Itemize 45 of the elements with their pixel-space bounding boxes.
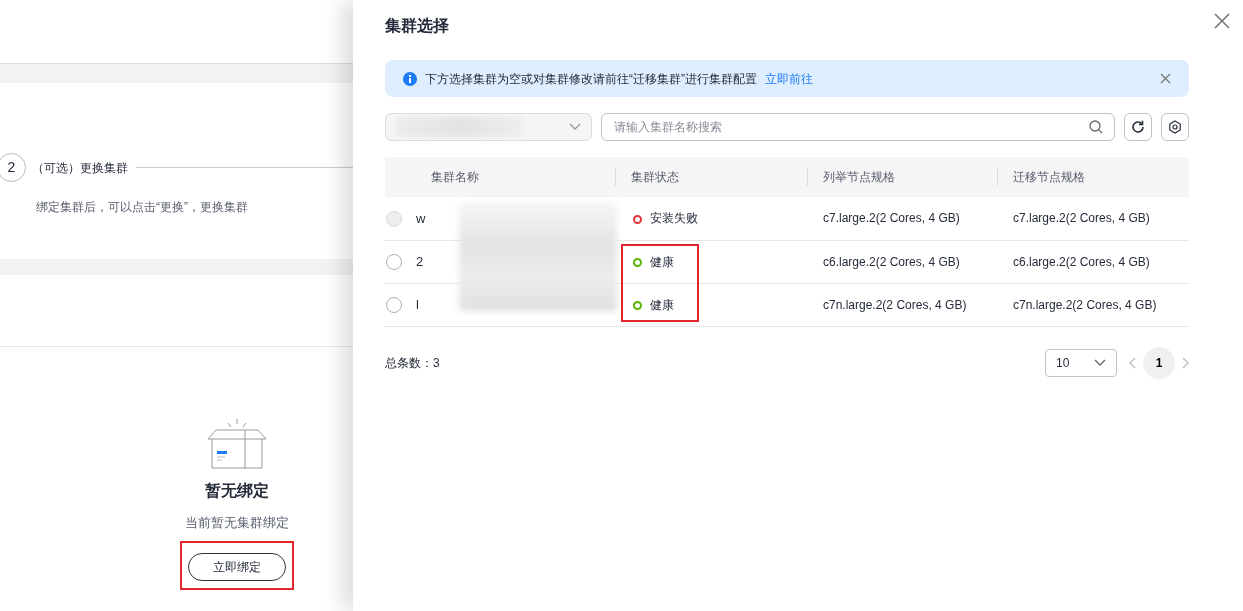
column-header: 列举节点规格: [822, 170, 895, 184]
total-count: 总条数：3: [385, 354, 440, 372]
chevron-down-icon[interactable]: [1094, 358, 1106, 367]
refresh-button[interactable]: [1124, 113, 1152, 141]
alert-text: 下方选择集群为空或对集群修改请前往“迁移集群”进行集群配置: [425, 70, 757, 88]
cluster-name: 2: [416, 253, 424, 269]
chevron-down-icon[interactable]: [569, 123, 581, 131]
status-text: 健康: [650, 254, 674, 269]
cluster-name: l: [416, 296, 419, 312]
drawer-title: 集群选择: [385, 16, 450, 36]
status-text: 健康: [650, 297, 674, 312]
close-icon[interactable]: [1160, 73, 1171, 84]
search-icon[interactable]: [1089, 120, 1103, 134]
close-icon[interactable]: [1213, 12, 1231, 30]
search-field[interactable]: 请输入集群名称搜索: [601, 113, 1115, 141]
page-size-dropdown[interactable]: 10: [1045, 348, 1117, 377]
go-now-link[interactable]: 立即前往: [765, 69, 813, 88]
empty-title: 暂无绑定: [205, 481, 269, 501]
settings-icon[interactable]: [1168, 120, 1182, 134]
status-text: 安装失败: [650, 211, 698, 226]
page-button[interactable]: 1: [1143, 346, 1175, 379]
table-cell: c7n.large.2(2 Cores, 4 GB): [823, 297, 967, 312]
empty-box-icon: [204, 417, 270, 469]
empty-subtitle: 当前暂无集群绑定: [185, 514, 289, 532]
column-header: 集群状态: [630, 170, 679, 184]
table-cell: c7.large.2(2 Cores, 4 GB): [823, 211, 960, 226]
bind-now-button[interactable]: 立即绑定: [188, 552, 286, 581]
table-cell: c7.large.2(2 Cores, 4 GB): [1013, 211, 1150, 226]
column-header: 迁移节点规格: [1012, 170, 1085, 184]
page-size-value: 10: [1056, 354, 1070, 372]
refresh-icon[interactable]: [1131, 120, 1145, 134]
cluster-name: w: [416, 210, 426, 226]
table-cell: c6.large.2(2 Cores, 4 GB): [1013, 254, 1150, 269]
table-cell: c7n.large.2(2 Cores, 4 GB): [1013, 297, 1157, 312]
previous-page-icon[interactable]: [1129, 356, 1137, 369]
next-page-icon[interactable]: [1181, 356, 1189, 369]
radio-button[interactable]: [386, 297, 402, 314]
settings-button[interactable]: [1161, 113, 1189, 141]
table-cell: c6.large.2(2 Cores, 4 GB): [823, 254, 960, 269]
column-header: 集群名称: [430, 170, 479, 184]
radio-button[interactable]: [386, 254, 402, 271]
step-title: （可选）更换集群: [32, 159, 128, 177]
step-description: 绑定集群后，可以点击“更换”，更换集群: [36, 199, 249, 216]
info-icon: [403, 71, 417, 86]
step-number: 2: [0, 153, 26, 182]
